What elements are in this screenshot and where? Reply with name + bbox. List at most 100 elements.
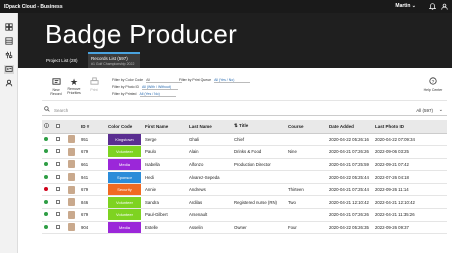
table-icon[interactable] — [4, 37, 14, 46]
help-center-button[interactable]: ? Help Center — [423, 77, 443, 92]
cell-last-name: Alain — [187, 145, 232, 159]
cell-title: Production Director — [232, 158, 286, 172]
cell-color-code: Volunteer — [106, 145, 143, 159]
table-header-row: ID # Color Code First Name Last Name ⇅ T… — [42, 120, 447, 134]
star-icon: ★ — [69, 77, 79, 87]
status-dot — [42, 208, 54, 222]
cell-first-name: Annie — [143, 183, 187, 197]
cell-color-code: Volunteer — [106, 208, 143, 222]
table-row[interactable]: 941 Sponsor Hedi Alvarez-Sepeda 2020-04-22 0… — [42, 170, 447, 184]
column-header-last-photo[interactable]: Last Photo ID — [373, 120, 447, 134]
cell-last-name: Alvarez-Sepeda — [187, 170, 232, 184]
user-name: Martin — [395, 3, 411, 9]
search-bar[interactable]: Search All (597) ⌄ — [42, 106, 447, 116]
row-checkbox[interactable] — [54, 183, 66, 197]
cell-last-name: Arsenault — [187, 208, 232, 222]
print-button[interactable]: Print — [86, 77, 102, 92]
filter-color-code[interactable]: Filter by Color Code All — [112, 78, 183, 83]
cell-id: 904 — [79, 221, 106, 235]
record-count-select[interactable]: All (597) — [416, 108, 433, 113]
user-menu[interactable]: Martin ⌄ — [395, 3, 416, 9]
filter-label: Filter by Photo ID — [112, 85, 140, 89]
column-header-last-name[interactable]: Last Name — [187, 120, 232, 134]
cell-id: 846 — [79, 195, 106, 210]
table-row[interactable]: 679 Volunteer Paul-Gilbert Arsenault 2020-04… — [42, 208, 447, 222]
column-header-color[interactable]: Color Code — [106, 120, 143, 134]
avatar — [66, 170, 79, 184]
column-header-title[interactable]: ⇅ Title — [232, 120, 286, 134]
tab-project-list[interactable]: Project List (28) — [44, 52, 88, 68]
dashboard-icon[interactable] — [4, 23, 14, 32]
top-bar: IDpack Cloud - Business Martin ⌄ — [0, 0, 452, 13]
avatar — [66, 133, 79, 147]
row-checkbox[interactable] — [54, 133, 66, 147]
filter-photo-id[interactable]: Filter by Photo ID All (With / Without) — [112, 85, 179, 90]
status-dot-mark — [44, 149, 48, 154]
cell-color-code: Kingstown — [106, 133, 143, 147]
cell-first-name: Isabella — [143, 158, 187, 172]
user-icon[interactable] — [440, 3, 448, 11]
settings-icon[interactable] — [4, 51, 14, 60]
filter-print-queue[interactable]: Filter by Print Queue All (Yes / No) — [179, 78, 251, 83]
cell-color-code: Media — [106, 221, 143, 235]
records-table: ID # Color Code First Name Last Name ⇅ T… — [42, 120, 447, 235]
column-header-course[interactable]: Course — [286, 120, 327, 134]
status-dot-mark — [44, 174, 48, 179]
table-row[interactable]: 679 Security Annie Andrews Thirteen 2020-04-2… — [42, 183, 447, 197]
cell-id: 679 — [79, 183, 106, 197]
new-record-icon — [48, 77, 64, 88]
table-row[interactable]: 846 Volunteer Sandra Ardilas Registered nurs… — [42, 195, 447, 210]
sort-icon: ⇅ — [234, 123, 238, 129]
row-checkbox[interactable] — [54, 170, 66, 184]
table-row[interactable]: 951 Kingstown Serge Ghali Chief 2020-04-22 05… — [42, 133, 447, 147]
color-code-badge: Volunteer — [108, 209, 141, 221]
new-record-label: New Record — [50, 88, 62, 96]
avatar-header — [66, 120, 79, 134]
remove-priorities-button[interactable]: ★ Remove Priorities — [66, 77, 82, 95]
cell-id: 951 — [79, 133, 106, 147]
cell-last-name: Ghali — [187, 133, 232, 147]
cell-date-added: 2020-04-22 05:26:35 — [327, 221, 373, 235]
row-checkbox[interactable] — [54, 145, 66, 159]
column-header-id[interactable]: ID # — [79, 120, 106, 134]
row-checkbox[interactable] — [54, 158, 66, 172]
select-all-checkbox[interactable] — [54, 120, 66, 134]
filter-label: Filter by Printed — [112, 92, 137, 96]
tab-records-list[interactable]: Records List (597) #1 Golf Championship … — [88, 52, 140, 68]
cell-course — [286, 133, 327, 147]
filter-printed[interactable]: Filter by Printed All (Yes / No) — [112, 92, 176, 97]
remove-priorities-label: Remove Priorities — [67, 87, 81, 95]
status-dot-mark — [44, 136, 48, 141]
filter-value: All (Yes / No) — [214, 78, 251, 83]
cell-id: 941 — [79, 170, 106, 184]
row-checkbox[interactable] — [54, 208, 66, 222]
table-row[interactable]: 661 Media Isabella Alfonzo Production Direct… — [42, 158, 447, 172]
column-header-first-name[interactable]: First Name — [143, 120, 187, 134]
cell-last-photo: 2022-04-21 11:35:26 — [373, 208, 447, 222]
status-dot — [42, 133, 54, 147]
column-header-date-added[interactable]: Date Added — [327, 120, 373, 134]
avatar — [66, 221, 79, 235]
row-checkbox[interactable] — [54, 221, 66, 235]
cell-last-photo: 2022-07-26 04:18 — [373, 170, 447, 184]
status-dot — [42, 183, 54, 197]
chevron-down-icon[interactable]: ⌄ — [439, 107, 443, 113]
chevron-down-icon: ⌄ — [411, 3, 416, 9]
cell-first-name: Paulo — [143, 145, 187, 159]
search-input[interactable]: Search — [54, 108, 68, 113]
users-icon[interactable] — [4, 79, 14, 88]
cell-last-name: Alfonzo — [187, 158, 232, 172]
cell-first-name: Sandra — [143, 195, 187, 210]
color-code-badge: Media — [108, 221, 141, 233]
table-row[interactable]: 904 Media Estelle Asselin Owner Four 2020-04-2… — [42, 221, 447, 235]
cell-color-code: Sponsor — [106, 170, 143, 184]
new-record-button[interactable]: New Record — [48, 77, 64, 96]
info-header-icon — [42, 120, 54, 134]
bell-icon[interactable] — [428, 3, 436, 11]
avatar — [66, 195, 79, 210]
row-checkbox[interactable] — [54, 195, 66, 210]
cell-date-added: 2020-04-21 07:26:26 — [327, 208, 373, 222]
cell-date-added: 2020-04-21 12:10:42 — [327, 195, 373, 210]
badge-icon[interactable] — [4, 65, 14, 74]
table-row[interactable]: 679 Volunteer Paulo Alain Drinks & Food Nine 2… — [42, 145, 447, 159]
